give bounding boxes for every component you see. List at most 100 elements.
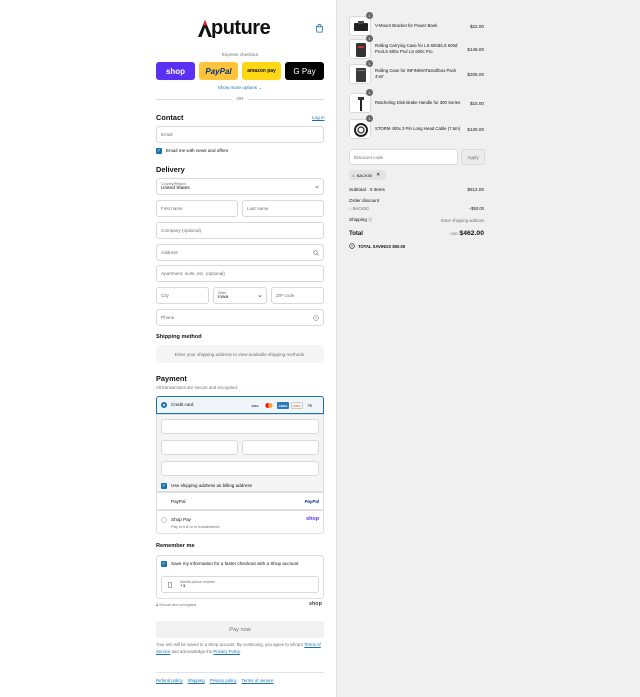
secure-note: 🔒︎ Secure and encrypted [156, 603, 196, 607]
show-more-label: Show more options [217, 85, 258, 90]
state-value: Iowa [218, 295, 229, 300]
credit-card-radio[interactable] [161, 402, 167, 408]
quantity-badge: 1 [366, 60, 373, 67]
show-more-options-link[interactable]: Show more options ⌄ [156, 85, 324, 91]
savings-tag-icon [349, 243, 355, 249]
credit-card-label: Credit card [171, 402, 194, 407]
total-savings: TOTAL SAVINGS $50.00 [358, 243, 406, 249]
mobile-phone-field[interactable]: Mobile phone number +1 [161, 576, 319, 593]
shop-pay-button[interactable]: shop [156, 62, 195, 80]
privacy-link[interactable]: Privacy Policy [213, 649, 239, 654]
phone-field[interactable]: Phone ? [156, 309, 324, 326]
discover-icon: DISC [291, 402, 303, 409]
refund-policy-link[interactable]: Refund policy [156, 678, 183, 683]
discount-chip-label: BACK50 [356, 172, 373, 178]
item-name: Rolling Carrying Case for LS 600d/LS 600… [375, 42, 458, 54]
paypal-option[interactable]: PayPal PayPal [156, 492, 324, 510]
card-cvv-field[interactable] [242, 440, 319, 455]
quantity-badge: 1 [366, 12, 373, 19]
credit-card-option[interactable]: Credit card VISA AMEX DISC +5 [156, 396, 324, 414]
news-label: Email me with news and offers [166, 148, 229, 153]
aputure-logo[interactable]: puture [198, 16, 282, 40]
state-select[interactable]: State Iowa [213, 287, 267, 304]
subtotal-label: Subtotal · 5 items [349, 187, 385, 192]
item-name: Ratcheting Disk Brake Handle for 300 Ser… [375, 99, 461, 105]
tag-icon: ⌂ [349, 206, 352, 211]
shop-pay-logo: shop [306, 516, 319, 522]
item-name: STORM 400x 3 Pin Long Head Cable (7.5m) [375, 125, 461, 131]
discount-placeholder: Discount code [354, 154, 384, 160]
privacy-policy-link[interactable]: Privacy policy [210, 678, 237, 683]
or-label: OR [232, 96, 248, 101]
card-name-field[interactable] [161, 461, 319, 476]
discount-code-input[interactable]: Discount code [349, 149, 458, 165]
shop-pay-label: Shop Pay [171, 517, 191, 522]
apply-discount-button[interactable]: Apply [461, 149, 485, 165]
more-cards-count: +5 [307, 403, 312, 408]
item-name: V-Mount Bracket for Power Bank [375, 22, 438, 28]
chevron-down-icon [258, 294, 262, 298]
mobile-phone-value: +1 [180, 584, 186, 589]
item-name: Rolling Case for INFINIMAT&Softbox Pack … [375, 67, 457, 79]
payment-subtitle: All transactions are secure and encrypte… [156, 385, 239, 390]
shipping-link[interactable]: Shipping [188, 678, 205, 683]
last-name-field[interactable]: Last name [242, 200, 324, 217]
card-expiry-field[interactable] [161, 440, 238, 455]
billing-label: Use shipping address as billing address [171, 483, 252, 488]
company-placeholder: Company (optional) [161, 228, 202, 233]
amex-icon: AMEX [277, 402, 289, 409]
cart-item: 1 STORM 400x 3 Pin Long Head Cable (7.5m… [349, 115, 484, 139]
news-checkbox[interactable]: ✓ [156, 148, 162, 154]
quantity-badge: 1 [366, 115, 373, 122]
shop-pay-option[interactable]: Shop Pay Pay in full or in installments … [156, 510, 324, 534]
item-price: $206.00 [467, 71, 484, 77]
email-field[interactable]: Email [156, 126, 324, 143]
shipping-label: Shipping [349, 217, 367, 222]
remember-me-heading: Remember me [156, 543, 195, 549]
pay-now-button[interactable]: Pay now [156, 621, 324, 638]
item-price: $22.00 [469, 23, 484, 29]
remove-discount-icon[interactable]: ✕ [376, 172, 380, 178]
paypal-button[interactable]: PayPal [199, 62, 238, 80]
shop-logo: shop [309, 601, 322, 607]
product-thumbnail [349, 119, 371, 139]
order-discount-label: Order discount [349, 198, 380, 203]
zip-field[interactable]: ZIP code [271, 287, 324, 304]
login-link[interactable]: Log in [312, 115, 325, 120]
chevron-down-icon: ⌄ [258, 85, 263, 90]
billing-checkbox[interactable]: ✓ [161, 483, 167, 489]
city-field[interactable]: City [156, 287, 209, 304]
subtotal-value: $512.00 [467, 187, 484, 192]
shop-pay-radio[interactable] [161, 517, 167, 523]
quantity-badge: 1 [366, 89, 373, 96]
zip-placeholder: ZIP code [276, 293, 295, 298]
paypal-label: PayPal [171, 499, 186, 504]
save-info-checkbox[interactable]: ✓ [161, 561, 167, 567]
shopping-bag-icon[interactable] [315, 24, 324, 33]
contact-heading: Contact [156, 113, 184, 122]
discount-value: −$50.00 [468, 206, 484, 211]
google-pay-button[interactable]: G Pay [285, 62, 324, 80]
apartment-field[interactable]: Apartment, suite, etc. (optional) [156, 265, 324, 282]
help-circle-icon[interactable]: ? [313, 315, 319, 321]
first-name-field[interactable]: First name [156, 200, 238, 217]
company-field[interactable]: Company (optional) [156, 222, 324, 239]
shipping-method-heading: Shipping method [156, 334, 202, 340]
total-row: Total USD $462.00 [349, 230, 484, 237]
address-placeholder: Address [161, 250, 178, 255]
card-number-field[interactable] [161, 419, 319, 434]
quantity-badge: 1 [366, 35, 373, 42]
help-circle-icon[interactable]: ⓘ [368, 217, 372, 222]
address-field[interactable]: Address [156, 244, 324, 261]
country-select[interactable]: Country/Region United States [156, 178, 324, 195]
footer-links: Refund policy Shipping Privacy policy Te… [156, 672, 324, 683]
terms-of-service-link[interactable]: Terms of service [242, 678, 274, 683]
cart-item: 1 Rolling Case for INFINIMAT&Softbox Pac… [349, 60, 484, 84]
item-price: $15.00 [469, 100, 484, 106]
item-price: $129.00 [467, 126, 484, 132]
shipping-row: Shipping ⓘ Enter shipping address [349, 217, 484, 223]
item-price: $146.00 [467, 46, 484, 52]
payment-heading: Payment [156, 374, 187, 383]
amazon-pay-button[interactable]: amazon pay [242, 62, 281, 80]
shipping-value: Enter shipping address [441, 217, 484, 223]
